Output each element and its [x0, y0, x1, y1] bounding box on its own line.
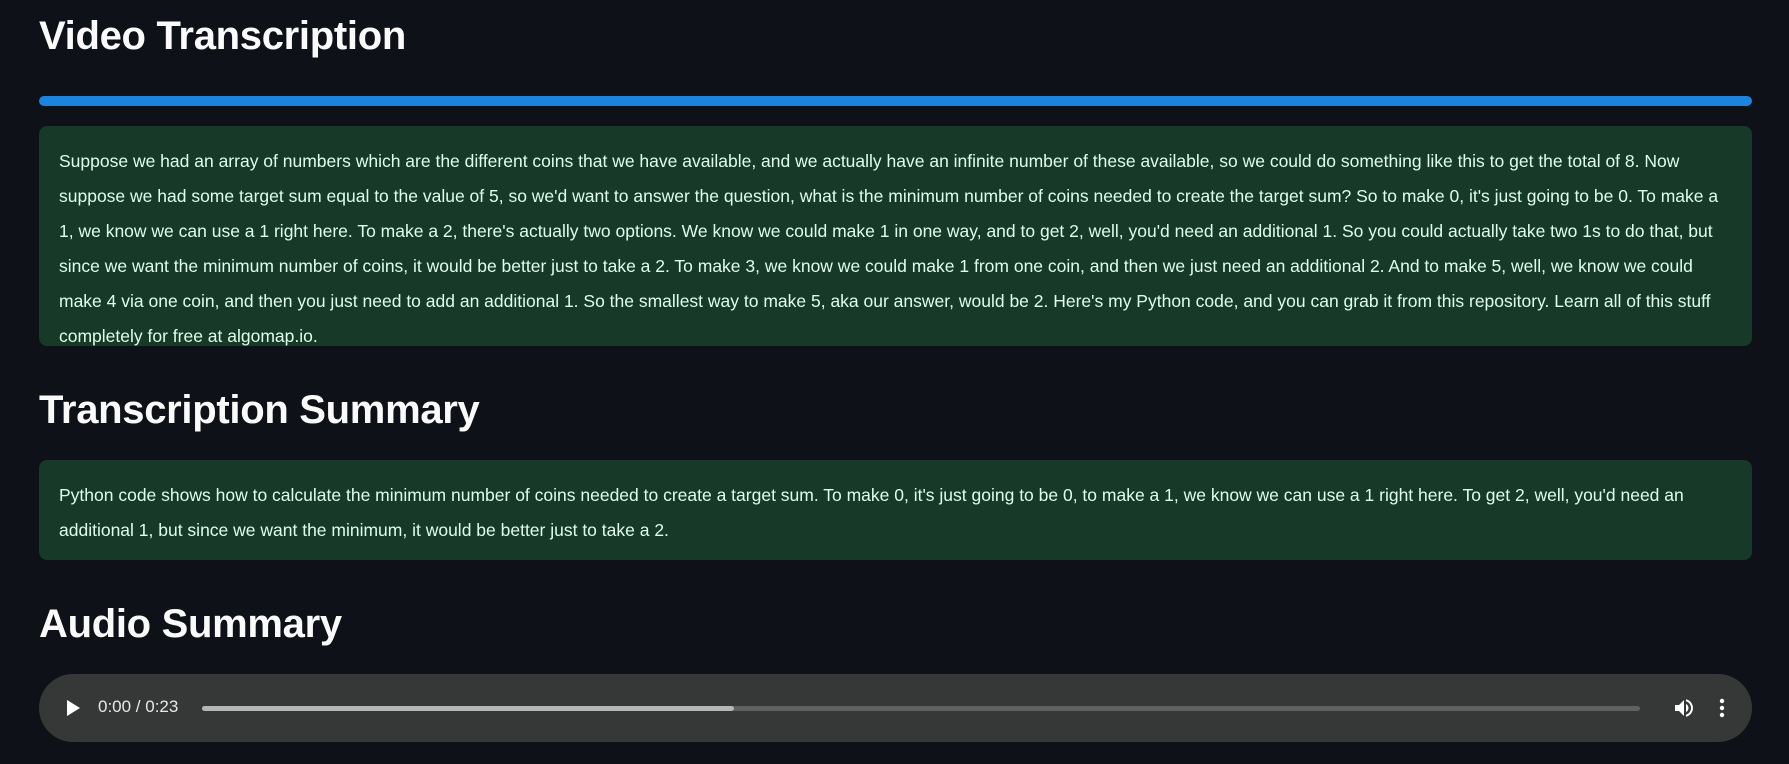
more-options-icon[interactable] — [1710, 696, 1734, 720]
transcription-summary-text: Python code shows how to calculate the m… — [39, 460, 1752, 560]
video-transcription-text: Suppose we had an array of numbers which… — [39, 126, 1752, 346]
audio-player[interactable]: 0:00 / 0:23 — [39, 674, 1752, 742]
play-icon[interactable] — [67, 700, 80, 716]
volume-icon[interactable] — [1672, 696, 1696, 720]
transcription-progress-bar — [39, 96, 1752, 106]
transcription-summary-heading: Transcription Summary — [39, 388, 480, 432]
audio-summary-heading: Audio Summary — [39, 602, 342, 646]
video-transcription-heading: Video Transcription — [39, 14, 406, 58]
audio-seek-slider[interactable] — [202, 706, 1640, 711]
audio-time-display: 0:00 / 0:23 — [98, 697, 179, 716]
audio-buffered-range — [202, 706, 735, 711]
